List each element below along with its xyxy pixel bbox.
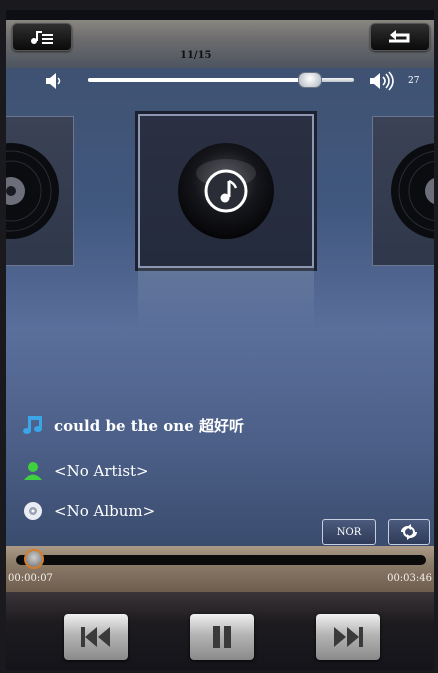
play-mode-label: NOR	[336, 526, 362, 538]
pause-button[interactable]	[190, 614, 254, 660]
album-disc-icon	[22, 500, 44, 522]
cover-reflection	[138, 268, 314, 328]
repeat-button[interactable]	[370, 23, 430, 51]
volume-high-icon[interactable]	[368, 71, 398, 91]
playlist-button[interactable]	[12, 23, 72, 51]
playback-controls	[6, 592, 434, 670]
previous-album-cover[interactable]	[6, 116, 74, 266]
artist-icon	[22, 460, 44, 482]
song-title: could be the one 超好听	[54, 416, 244, 435]
volume-row: 27	[6, 68, 434, 94]
song-title-row: could be the one 超好听	[22, 414, 244, 436]
artist-row: <No Artist>	[22, 460, 149, 482]
volume-fill	[88, 78, 309, 82]
volume-value: 27	[408, 76, 420, 86]
previous-icon	[81, 627, 110, 647]
album-row: <No Album>	[22, 500, 155, 522]
top-bar: 11/15	[6, 20, 434, 68]
music-player-screen: 11/15 27 could be the one 超好听 <No Artist…	[6, 10, 434, 670]
play-mode-button[interactable]: NOR	[322, 519, 376, 545]
repeat-icon	[389, 30, 410, 43]
shuffle-button[interactable]	[388, 519, 430, 545]
music-note-icon	[22, 414, 44, 436]
next-button[interactable]	[316, 614, 380, 660]
disc-icon	[391, 143, 434, 239]
volume-knob[interactable]	[297, 72, 322, 88]
total-time: 00:03:46	[387, 573, 432, 584]
music-note-disc-icon	[178, 143, 274, 239]
pause-icon	[213, 626, 231, 648]
artist-name: <No Artist>	[54, 462, 149, 480]
shuffle-icon	[401, 524, 417, 540]
volume-low-icon[interactable]	[44, 72, 64, 90]
elapsed-time: 00:00:07	[8, 573, 53, 584]
playlist-icon	[31, 31, 53, 44]
album-name: <No Album>	[54, 502, 156, 520]
disc-icon	[6, 143, 59, 239]
track-counter: 11/15	[180, 50, 212, 61]
main-area: 27 could be the one 超好听 <No Artist> <No …	[6, 68, 434, 546]
next-album-cover[interactable]	[372, 116, 434, 266]
previous-button[interactable]	[64, 614, 128, 660]
next-icon	[334, 627, 363, 647]
seek-bar[interactable]	[16, 555, 426, 565]
seek-knob[interactable]	[24, 549, 45, 569]
current-album-cover[interactable]	[138, 114, 314, 268]
progress-area: 00:00:07 00:03:46	[6, 546, 434, 592]
volume-slider[interactable]	[88, 72, 354, 88]
